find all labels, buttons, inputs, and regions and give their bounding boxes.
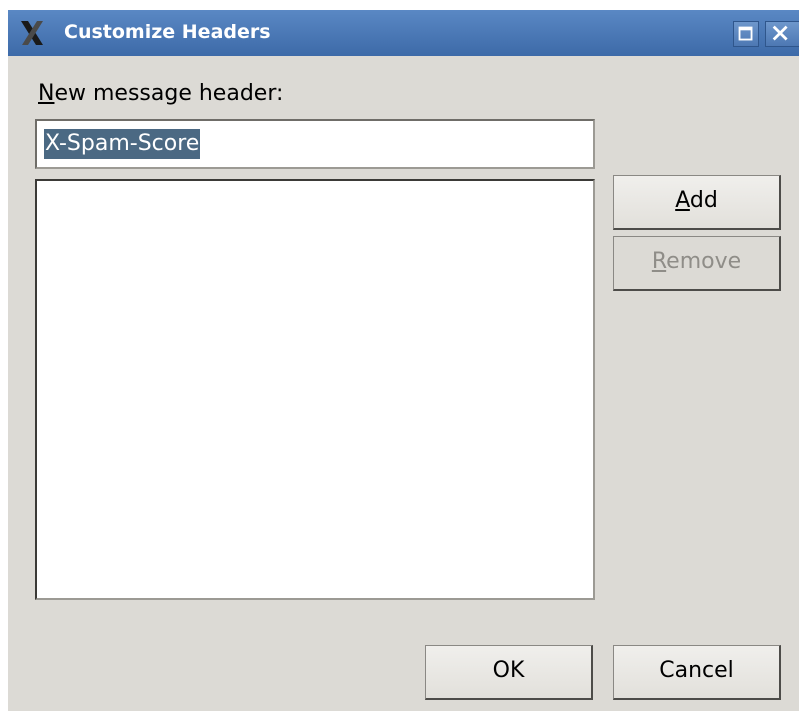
new-header-input-value: X-Spam-Score (44, 129, 201, 159)
window-title: Customize Headers (64, 21, 271, 43)
cancel-button[interactable]: Cancel (613, 645, 781, 700)
new-header-label-text: ew message header: (54, 81, 284, 106)
new-header-input[interactable]: X-Spam-Score (35, 119, 595, 169)
add-button[interactable]: Add (613, 175, 781, 230)
close-button[interactable] (765, 21, 799, 47)
add-button-label: dd (689, 188, 718, 213)
maximize-icon (738, 26, 753, 41)
remove-button-label: emove (666, 249, 742, 274)
title-bar[interactable]: Customize Headers (8, 10, 799, 56)
add-button-mnemonic: A (675, 188, 690, 213)
customize-headers-dialog: Customize Headers New message header: X-… (8, 10, 799, 711)
new-header-label-mnemonic: N (38, 81, 55, 106)
new-header-label: New message header: (38, 81, 283, 106)
remove-button[interactable]: Remove (613, 236, 781, 291)
maximize-button[interactable] (733, 21, 759, 47)
remove-button-mnemonic: R (651, 249, 667, 274)
close-icon (772, 25, 788, 41)
x-window-icon (21, 21, 43, 45)
headers-list[interactable] (35, 179, 595, 600)
ok-button[interactable]: OK (425, 645, 593, 700)
